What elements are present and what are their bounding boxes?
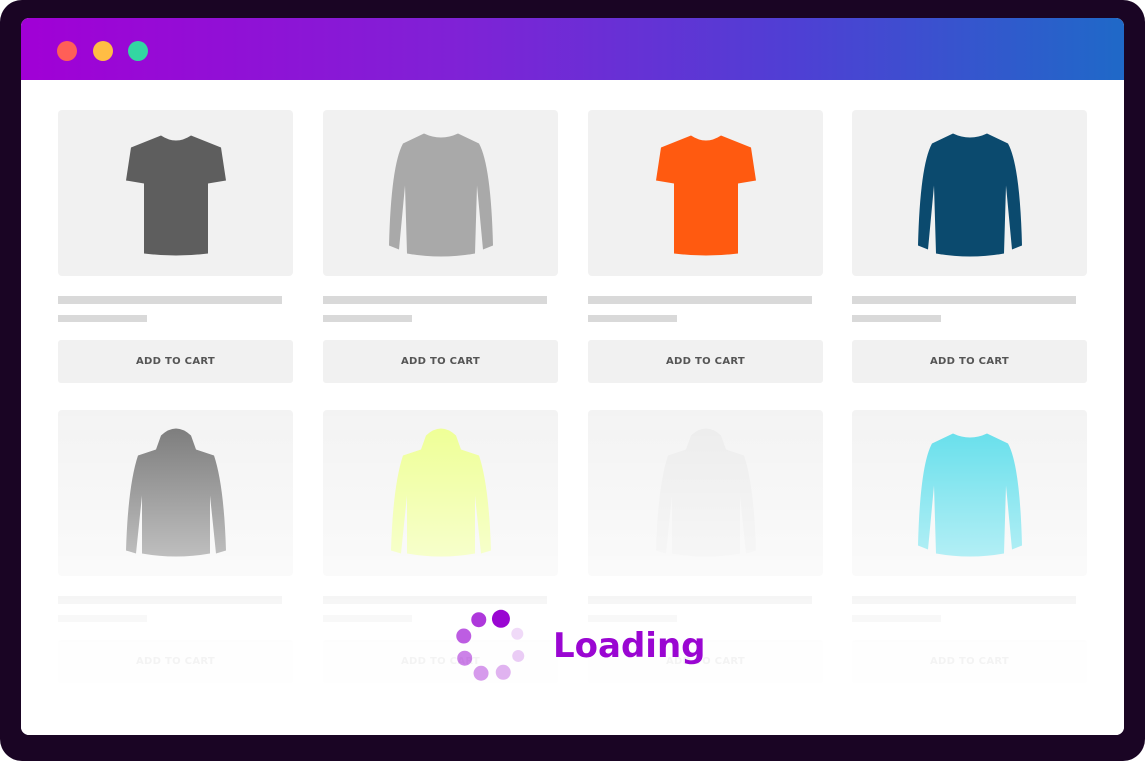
device-frame: ADD TO CART ADD TO CART ADD TO CART ADD … xyxy=(0,0,1145,761)
spinner-dot xyxy=(491,609,510,628)
add-to-cart-button[interactable]: ADD TO CART xyxy=(323,340,558,383)
price-skeleton xyxy=(323,315,412,322)
price-skeleton xyxy=(58,315,147,322)
loading-indicator: Loading xyxy=(451,606,706,686)
product-card: ADD TO CART xyxy=(323,110,558,383)
title-skeleton xyxy=(58,296,282,304)
spinner-dot xyxy=(511,627,524,640)
title-skeleton xyxy=(323,296,547,304)
browser-window: ADD TO CART ADD TO CART ADD TO CART ADD … xyxy=(21,18,1124,735)
spinner-dot xyxy=(512,649,525,662)
sweater-image-icon xyxy=(388,133,493,257)
product-image[interactable] xyxy=(58,110,293,276)
product-image[interactable] xyxy=(323,110,558,276)
add-to-cart-button[interactable]: ADD TO CART xyxy=(588,340,823,383)
spinner-dot xyxy=(456,628,472,644)
product-card: ADD TO CART xyxy=(852,110,1087,383)
tshirt-image-icon xyxy=(655,135,756,256)
spinner-dots-icon xyxy=(456,609,525,681)
product-card: ADD TO CART xyxy=(588,110,823,383)
spinner-dot xyxy=(495,664,511,680)
sweater-image-icon xyxy=(917,133,1022,257)
tshirt-image-icon xyxy=(125,135,226,256)
price-skeleton xyxy=(852,315,941,322)
add-to-cart-button[interactable]: ADD TO CART xyxy=(58,340,293,383)
close-button[interactable] xyxy=(57,41,77,61)
product-image[interactable] xyxy=(852,110,1087,276)
spinner-dot xyxy=(473,665,489,681)
price-skeleton xyxy=(588,315,677,322)
window-header xyxy=(21,18,1124,80)
loading-text: Loading xyxy=(553,626,706,666)
title-skeleton xyxy=(588,296,812,304)
product-card: ADD TO CART xyxy=(58,110,293,383)
add-to-cart-button[interactable]: ADD TO CART xyxy=(852,340,1087,383)
spinner-dot xyxy=(471,612,487,628)
spinner-dot xyxy=(457,650,473,666)
title-skeleton xyxy=(852,296,1076,304)
maximize-button[interactable] xyxy=(128,41,148,61)
product-image[interactable] xyxy=(588,110,823,276)
minimize-button[interactable] xyxy=(93,41,113,61)
